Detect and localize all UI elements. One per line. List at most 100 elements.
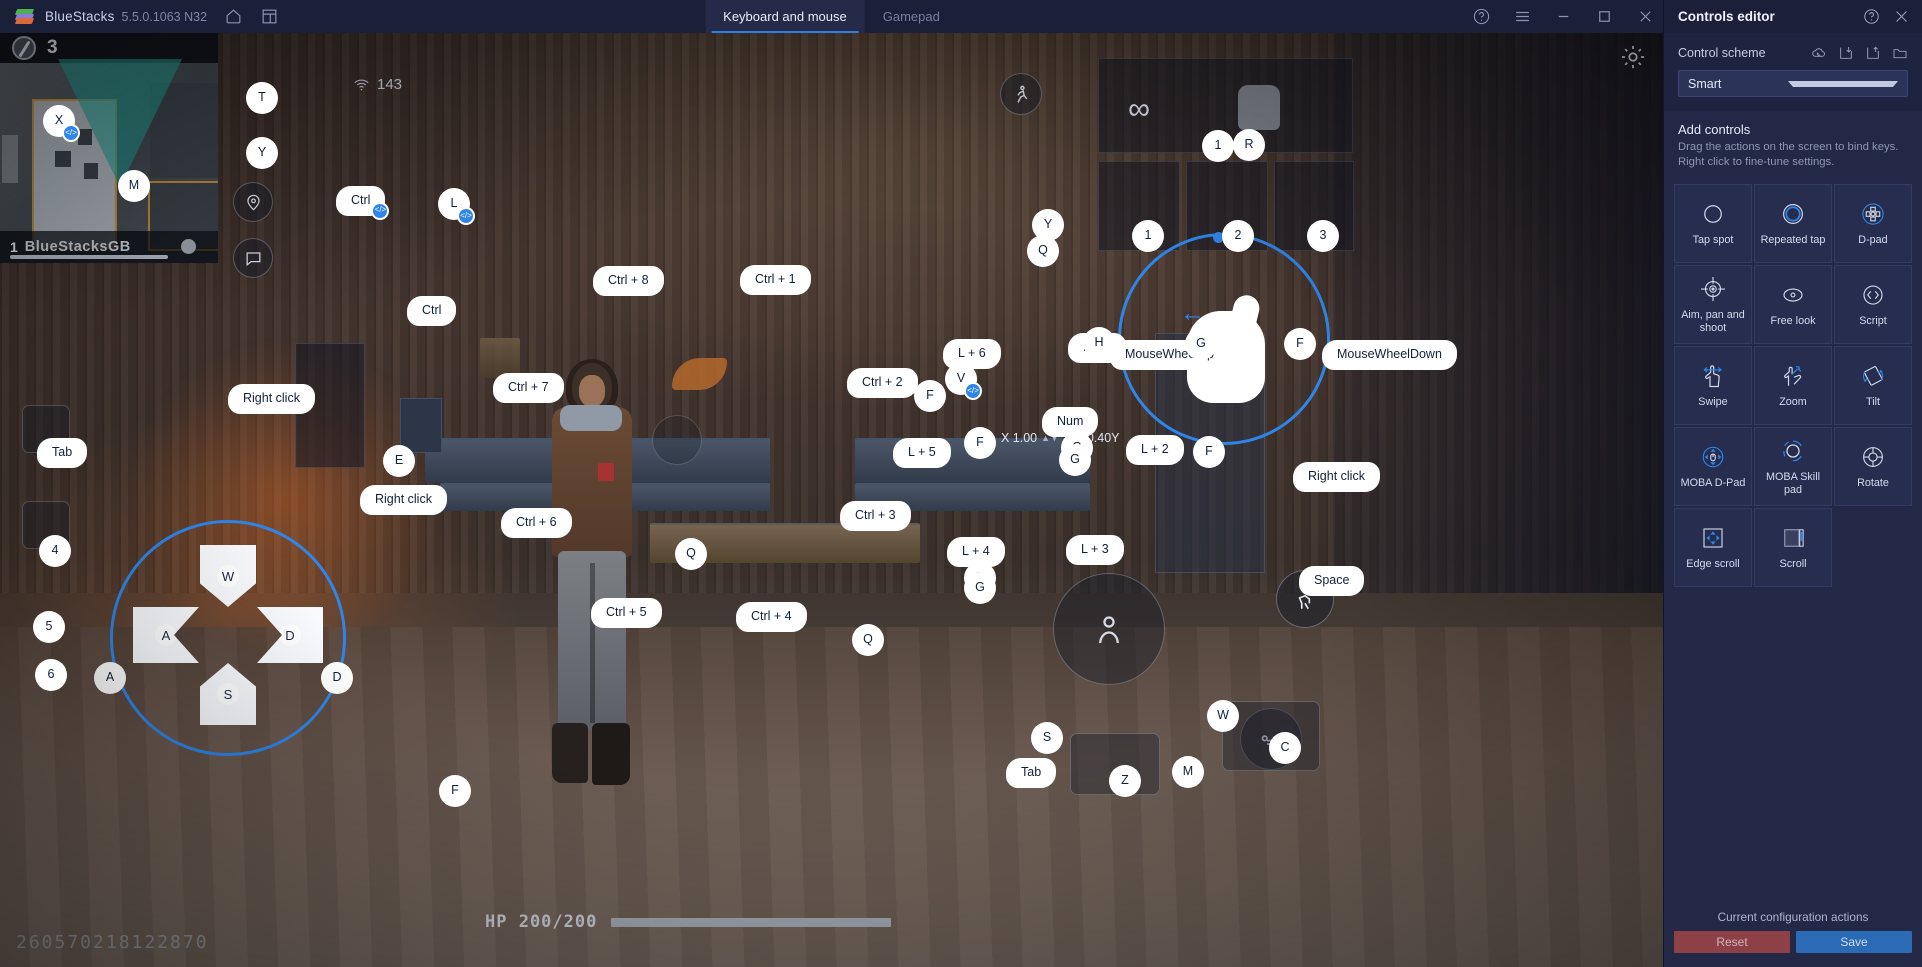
key-chip-dpad-outer-right[interactable]: D [324,665,350,691]
key-chip[interactable]: 5 [36,614,62,640]
fire-button[interactable] [1053,573,1165,685]
key-chip[interactable]: L + 3 [1070,539,1120,561]
control-tile-rotate[interactable]: Rotate [1834,426,1912,506]
key-chip[interactable]: Q [678,541,704,567]
game-viewport[interactable]: ∞ 143 3 1 BlueStacksGB W A D S A D X 1.0… [0,33,1663,967]
key-chip[interactable]: Ctrl + 2 [851,372,914,394]
control-tile-moba-d-pad[interactable]: MOBA D-Pad [1674,426,1752,506]
maximize-icon[interactable] [1595,7,1614,26]
control-tile-zoom[interactable]: Zoom [1754,345,1832,425]
key-chip[interactable]: V </> [948,366,980,398]
key-chip[interactable]: L + 4 [951,541,1001,563]
key-chip[interactable]: F [1287,331,1313,357]
control-tile-repeated-tap[interactable]: Repeated tap [1754,183,1832,263]
key-chip[interactable]: F [1196,439,1222,465]
key-chip[interactable]: F [967,430,993,456]
weapon-slot[interactable] [1222,701,1320,771]
close-icon[interactable] [1636,7,1655,26]
close-icon[interactable] [1893,8,1910,25]
key-chip[interactable]: Ctrl + 3 [844,505,907,527]
control-tile-script[interactable]: Script [1834,264,1912,344]
key-chip[interactable]: Ctrl + 7 [497,377,560,399]
key-chip[interactable]: 2 [1225,223,1251,249]
key-chip[interactable]: G [1062,447,1088,473]
key-chip[interactable]: M [1175,759,1201,785]
multi-instance-icon[interactable] [260,7,279,26]
control-tile-moba-skill-pad[interactable]: MOBA Skill pad [1754,426,1832,506]
key-chip[interactable]: Ctrl [411,300,453,322]
settings-gear-icon[interactable] [1619,43,1647,71]
location-pin-button[interactable] [233,182,273,222]
key-chip[interactable]: 4 [42,538,68,564]
key-chip[interactable]: Q [1030,238,1056,264]
key-chip[interactable]: Tab [41,442,84,464]
import-icon[interactable] [1838,45,1854,61]
key-chip[interactable]: W [1210,703,1236,729]
reset-button[interactable]: Reset [1674,931,1790,953]
key-chip[interactable]: Q [855,627,881,653]
key-chip[interactable]: L + 2 [1130,439,1180,461]
menu-icon[interactable] [1513,7,1532,26]
minimap[interactable]: 3 1 BlueStacksGB [0,33,218,263]
key-chip[interactable]: 1 [1205,133,1231,159]
control-tile-d-pad[interactable]: D-pad [1834,183,1912,263]
key-chip[interactable]: Ctrl + 1 [744,269,807,291]
key-chip[interactable]: Space [1303,570,1361,592]
key-chip[interactable]: 3 [1310,223,1336,249]
control-tile-aim-pan-and-shoot[interactable]: Aim, pan and shoot [1674,264,1752,344]
tab-gamepad[interactable]: Gamepad [865,0,958,33]
key-chip[interactable]: Ctrl + 6 [505,512,568,534]
key-chip[interactable]: 6 [38,662,64,688]
key-chip[interactable]: MouseWheelDown [1326,344,1453,366]
key-chip[interactable]: Right click [1297,466,1376,488]
key-chip[interactable]: G [967,575,993,601]
key-chip[interactable]: X </> [46,108,78,140]
tab-keyboard-and-mouse[interactable]: Keyboard and mouse [705,0,865,33]
sensitivity-x[interactable]: X 1.00 ▲▼ [1001,431,1059,445]
key-chip[interactable]: Tab [1010,762,1053,784]
folder-icon[interactable] [1892,45,1908,61]
control-tile-scroll[interactable]: Scroll [1754,507,1832,587]
control-scheme-dropdown[interactable]: Smart [1678,70,1908,97]
key-chip[interactable]: Right click [232,388,311,410]
key-chip[interactable]: R [1236,132,1262,158]
key-chip[interactable]: Ctrl </> [340,190,388,218]
key-chip[interactable]: L + 5 [897,442,947,464]
key-chip-dpad-outer-left[interactable]: A [97,665,123,691]
key-chip[interactable]: L </> [441,191,473,223]
key-chip[interactable]: M [121,173,147,199]
key-chip[interactable]: Ctrl + 5 [595,602,658,624]
help-icon[interactable] [1472,7,1491,26]
key-chip[interactable]: C [1272,735,1298,761]
key-chip[interactable]: F [917,383,943,409]
profile-avatar[interactable] [181,239,196,254]
export-icon[interactable] [1865,45,1881,61]
chat-button[interactable] [233,238,273,278]
control-tile-tap-spot[interactable]: Tap spot [1674,183,1752,263]
key-chip[interactable]: T [249,85,275,111]
stepper-x[interactable]: ▲▼ [1041,433,1059,443]
cloud-sync-icon[interactable] [1811,45,1827,61]
key-chip[interactable]: Ctrl + 4 [740,606,803,628]
key-chip[interactable]: E [386,448,412,474]
key-chip[interactable]: Ctrl + 8 [597,270,660,292]
aim-handle-top[interactable] [1213,232,1224,243]
home-icon[interactable] [224,7,243,26]
key-chip[interactable]: F [442,778,468,804]
save-button[interactable]: Save [1796,931,1912,953]
help-circle-icon[interactable] [1863,8,1880,25]
key-chip[interactable]: Y [1035,212,1061,238]
sprint-button[interactable] [1000,73,1042,115]
minimize-icon[interactable] [1554,7,1573,26]
key-chip[interactable]: S [1034,725,1060,751]
key-chip[interactable]: Z [1112,768,1138,794]
key-chip[interactable]: L + 6 [947,343,997,365]
key-chip[interactable]: Right click [364,489,443,511]
key-chip[interactable]: 1 [1135,223,1161,249]
control-tile-edge-scroll[interactable]: Edge scroll [1674,507,1752,587]
control-tile-swipe[interactable]: Swipe [1674,345,1752,425]
key-chip[interactable]: G [1188,331,1214,357]
key-chip[interactable]: Num [1046,411,1095,433]
control-tile-free-look[interactable]: Free look [1754,264,1832,344]
key-chip[interactable]: Y [249,140,275,166]
